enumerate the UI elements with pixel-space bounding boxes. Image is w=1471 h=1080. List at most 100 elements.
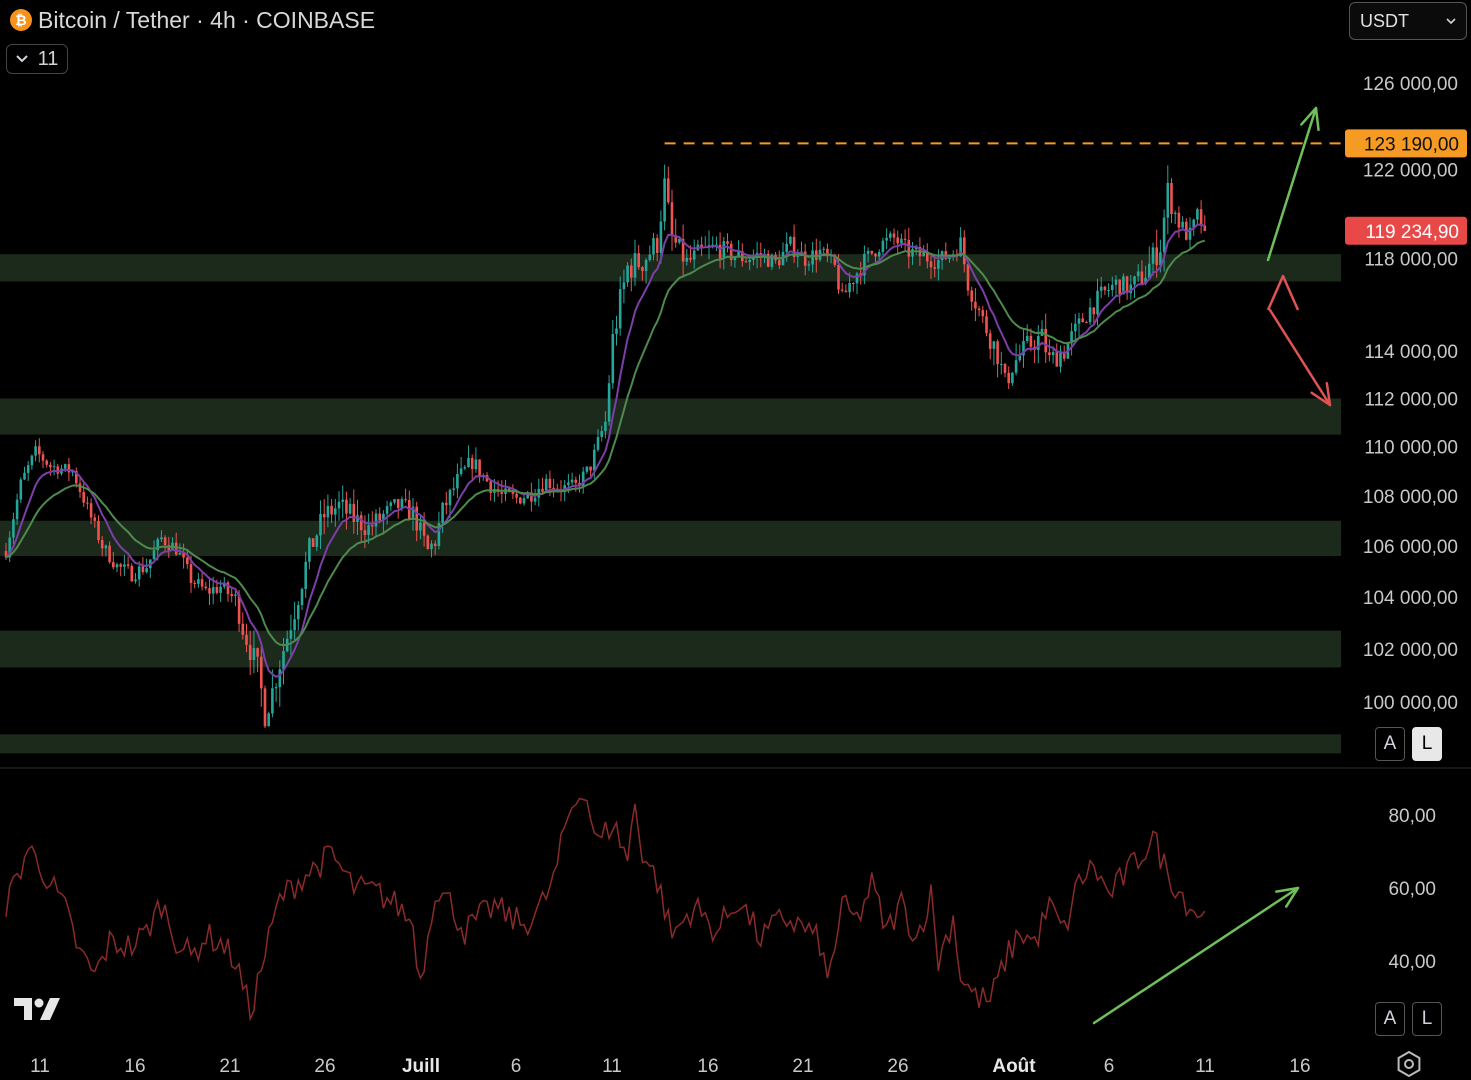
- candle-body: [112, 562, 115, 568]
- candle-body: [963, 237, 966, 265]
- candle-body: [400, 499, 404, 509]
- candle-body: [396, 499, 400, 509]
- candle-body: [126, 564, 130, 566]
- candle-body: [874, 253, 877, 257]
- candle-body: [585, 466, 589, 472]
- candle-body: [1025, 335, 1029, 341]
- candle-body: [615, 328, 618, 335]
- candle-body: [404, 499, 407, 501]
- candle-body: [456, 474, 459, 489]
- candle-body: [929, 261, 933, 268]
- candle-body: [197, 579, 200, 584]
- candle-body: [234, 594, 237, 596]
- candle-body: [474, 459, 478, 470]
- candle-body: [374, 513, 378, 527]
- candle-body: [41, 454, 45, 461]
- candle-body: [300, 588, 304, 606]
- candle-body: [881, 240, 885, 252]
- candle-body: [1181, 221, 1184, 228]
- currency-select[interactable]: USDT: [1349, 2, 1467, 40]
- candle-body: [145, 568, 148, 573]
- candle-body: [445, 502, 448, 506]
- candle-body: [326, 505, 330, 518]
- candle-body: [241, 623, 245, 635]
- candle-body: [334, 508, 337, 515]
- candle-body: [282, 651, 285, 670]
- candle-body: [926, 252, 929, 262]
- candle-body: [892, 233, 896, 238]
- candle-body: [988, 333, 992, 349]
- candle-body: [274, 687, 278, 689]
- candle-body: [211, 587, 215, 594]
- candle-body: [1085, 322, 1088, 324]
- candle-body: [256, 648, 259, 657]
- candle-body: [837, 264, 840, 290]
- candle-body: [82, 491, 85, 503]
- price-tick-label: 100 000,00: [1363, 693, 1458, 714]
- ema-fast-line: [5, 223, 1206, 678]
- candle-body: [966, 264, 970, 291]
- candle-body: [322, 513, 326, 518]
- candle-body: [652, 238, 655, 255]
- candle-body: [115, 564, 119, 568]
- price-tick-label: 106 000,00: [1363, 537, 1458, 558]
- candle-body: [937, 260, 940, 269]
- zones-group: [0, 254, 1341, 754]
- candle-body: [648, 254, 652, 260]
- candle-body: [1133, 276, 1136, 285]
- rsi-log-scale-button[interactable]: L: [1412, 1002, 1442, 1036]
- price-down-arrow-shaft: [1268, 308, 1332, 407]
- rsi-tick-label: 40,00: [1388, 952, 1436, 973]
- candle-body: [348, 503, 352, 514]
- candle-body: [1173, 212, 1177, 215]
- candle-body: [1151, 247, 1155, 264]
- auto-scale-button[interactable]: A: [1375, 727, 1405, 761]
- candle-body: [981, 310, 985, 317]
- candle-body: [371, 525, 374, 527]
- candle-body: [796, 255, 800, 257]
- price-tick-label: 118 000,00: [1364, 250, 1458, 271]
- candle-body: [289, 630, 293, 639]
- candle-body: [870, 250, 874, 254]
- symbol-header: ₿ Bitcoin / Tether · 4h · COINBASE: [10, 4, 375, 36]
- price-tick-label: 102 000,00: [1363, 640, 1458, 661]
- candle-body: [459, 468, 463, 475]
- indicators-toggle-button[interactable]: 11: [6, 44, 68, 74]
- candle-body: [1166, 182, 1170, 218]
- candle-body: [722, 241, 726, 259]
- log-scale-button[interactable]: L: [1412, 727, 1442, 761]
- candle-body: [977, 308, 981, 311]
- candle-body: [907, 239, 911, 257]
- candle-body: [541, 488, 544, 492]
- candle-body: [1162, 217, 1166, 253]
- candle-body: [1092, 307, 1096, 315]
- price-up-arrow: [1266, 106, 1320, 262]
- candle-body: [152, 550, 156, 560]
- candle-body: [785, 243, 788, 252]
- currency-label: USDT: [1360, 10, 1409, 31]
- candle-body: [744, 261, 748, 263]
- candle-body: [611, 334, 615, 384]
- rsi-auto-scale-button[interactable]: A: [1375, 1002, 1405, 1036]
- time-tick-label: 6: [511, 1056, 522, 1077]
- candle-body: [970, 290, 973, 302]
- candle-body: [748, 259, 751, 263]
- time-tick-label: 16: [697, 1056, 718, 1077]
- candle-body: [844, 290, 848, 293]
- candle-body: [63, 464, 67, 469]
- candle-body: [911, 249, 914, 257]
- candle-body: [123, 564, 126, 567]
- price-chart[interactable]: 126 000,00 122 000,00 118 000,00 114 000,00…: [0, 0, 1471, 1080]
- support-zone: [0, 734, 1341, 754]
- candle-body: [337, 501, 341, 509]
- candle-body: [97, 520, 100, 541]
- candle-body: [304, 561, 307, 589]
- settings-gear-icon[interactable]: [1395, 1050, 1423, 1078]
- candle-body: [1140, 271, 1144, 284]
- rsi-tick-label: 60,00: [1388, 879, 1436, 900]
- candle-body: [367, 525, 370, 536]
- candle-body: [667, 178, 670, 203]
- candle-body: [655, 238, 659, 253]
- candle-body: [1081, 318, 1084, 323]
- candle-body: [141, 566, 145, 573]
